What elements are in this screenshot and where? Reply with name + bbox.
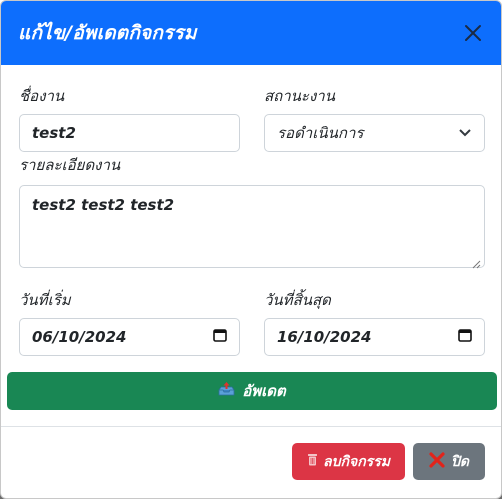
close-button-label: ปิด: [451, 453, 469, 470]
edit-activity-modal: แก้ไข/อัพเดตกิจกรรม ชื่องาน test2 สถานะง…: [0, 0, 502, 499]
task-name-input[interactable]: test2: [19, 114, 240, 152]
start-date-input[interactable]: 06/10/2024: [19, 318, 240, 356]
end-date-input[interactable]: 16/10/2024: [264, 318, 485, 356]
update-button[interactable]: อัพเดต: [7, 372, 497, 410]
delete-button-label: ลบกิจกรรม: [323, 453, 390, 470]
task-status-select[interactable]: รอดำเนินการ: [264, 114, 485, 152]
resize-grip-icon[interactable]: [472, 255, 481, 269]
modal-title: แก้ไข/อัพเดตกิจกรรม: [18, 22, 197, 44]
start-date-label: วันที่เริ่ม: [19, 291, 71, 309]
end-date-label: วันที่สิ้นสุด: [264, 291, 331, 309]
cross-mark-icon: [429, 451, 445, 472]
task-name-label: ชื่องาน: [19, 87, 65, 105]
task-name-value: test2: [32, 124, 76, 142]
calendar-icon[interactable]: [458, 328, 472, 346]
start-date-value: 06/10/2024: [32, 328, 127, 346]
task-detail-textarea[interactable]: test2 test2 test2: [19, 185, 485, 269]
close-icon[interactable]: [461, 21, 485, 45]
modal-header: แก้ไข/อัพเดตกิจกรรม: [1, 1, 501, 65]
update-button-label: อัพเดต: [242, 382, 286, 400]
end-date-value: 16/10/2024: [277, 328, 372, 346]
delete-activity-button[interactable]: ลบกิจกรรม: [292, 443, 405, 480]
task-detail-label: รายละเอียดงาน: [19, 156, 121, 174]
chevron-down-icon: [458, 124, 472, 142]
task-status-value: รอดำเนินการ: [277, 124, 364, 142]
task-detail-value: test2 test2 test2: [32, 196, 175, 214]
footer-divider: [1, 426, 501, 427]
calendar-icon[interactable]: [213, 328, 227, 346]
outbox-tray-icon: [218, 381, 235, 401]
close-button[interactable]: ปิด: [413, 443, 485, 480]
trash-icon: [307, 453, 318, 470]
task-status-label: สถานะงาน: [264, 87, 335, 105]
